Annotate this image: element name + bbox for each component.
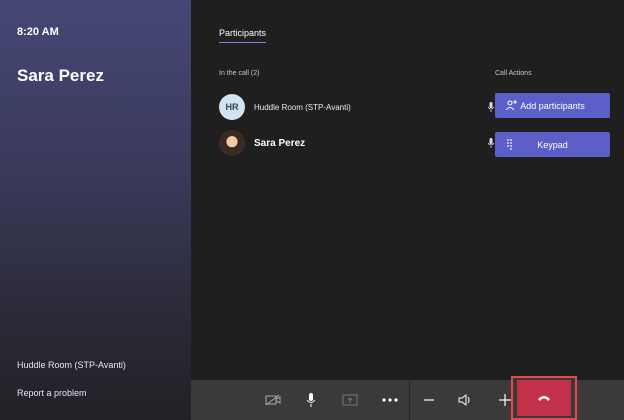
volume-down-icon[interactable]	[419, 390, 439, 410]
mic-icon[interactable]	[301, 390, 321, 410]
main-panel: Participants In the call (2) Call Action…	[191, 0, 624, 380]
callee-name: Sara Perez	[17, 66, 104, 85]
keypad-icon	[505, 138, 517, 152]
video-off-icon[interactable]	[263, 390, 283, 410]
keypad-label: Keypad	[537, 139, 568, 150]
speaker-icon[interactable]	[455, 390, 475, 410]
keypad-button[interactable]: Keypad	[495, 132, 610, 157]
avatar: HR	[219, 94, 245, 120]
in-call-label: In the call (2)	[219, 70, 260, 77]
avatar	[219, 130, 245, 156]
clock-time: 8:20 AM	[17, 26, 59, 38]
sidebar: 8:20 AM Sara Perez Huddle Room (STP-Avan…	[0, 0, 191, 420]
add-participants-button[interactable]: Add participants	[495, 93, 610, 118]
add-person-icon	[505, 99, 517, 113]
participant-row[interactable]: HR Huddle Room (STP-Avanti)	[219, 92, 495, 122]
share-screen-icon[interactable]	[340, 390, 360, 410]
divider	[409, 380, 410, 420]
hang-up-icon	[537, 389, 551, 407]
participant-name: Huddle Room (STP-Avanti)	[254, 102, 351, 112]
call-actions-label: Call Actions	[495, 70, 532, 77]
hang-up-highlight	[511, 376, 577, 420]
participant-row[interactable]: Sara Perez	[219, 128, 495, 158]
report-problem-link[interactable]: Report a problem	[17, 388, 87, 398]
call-control-bar	[191, 376, 624, 420]
participant-name: Sara Perez	[254, 137, 306, 149]
add-participants-label: Add participants	[520, 100, 585, 111]
mic-icon	[487, 128, 495, 158]
tab-participants[interactable]: Participants	[219, 28, 267, 43]
more-icon[interactable]	[380, 390, 400, 410]
hang-up-button[interactable]	[517, 380, 571, 416]
room-name: Huddle Room (STP-Avanti)	[17, 360, 126, 370]
mic-icon	[487, 92, 495, 122]
